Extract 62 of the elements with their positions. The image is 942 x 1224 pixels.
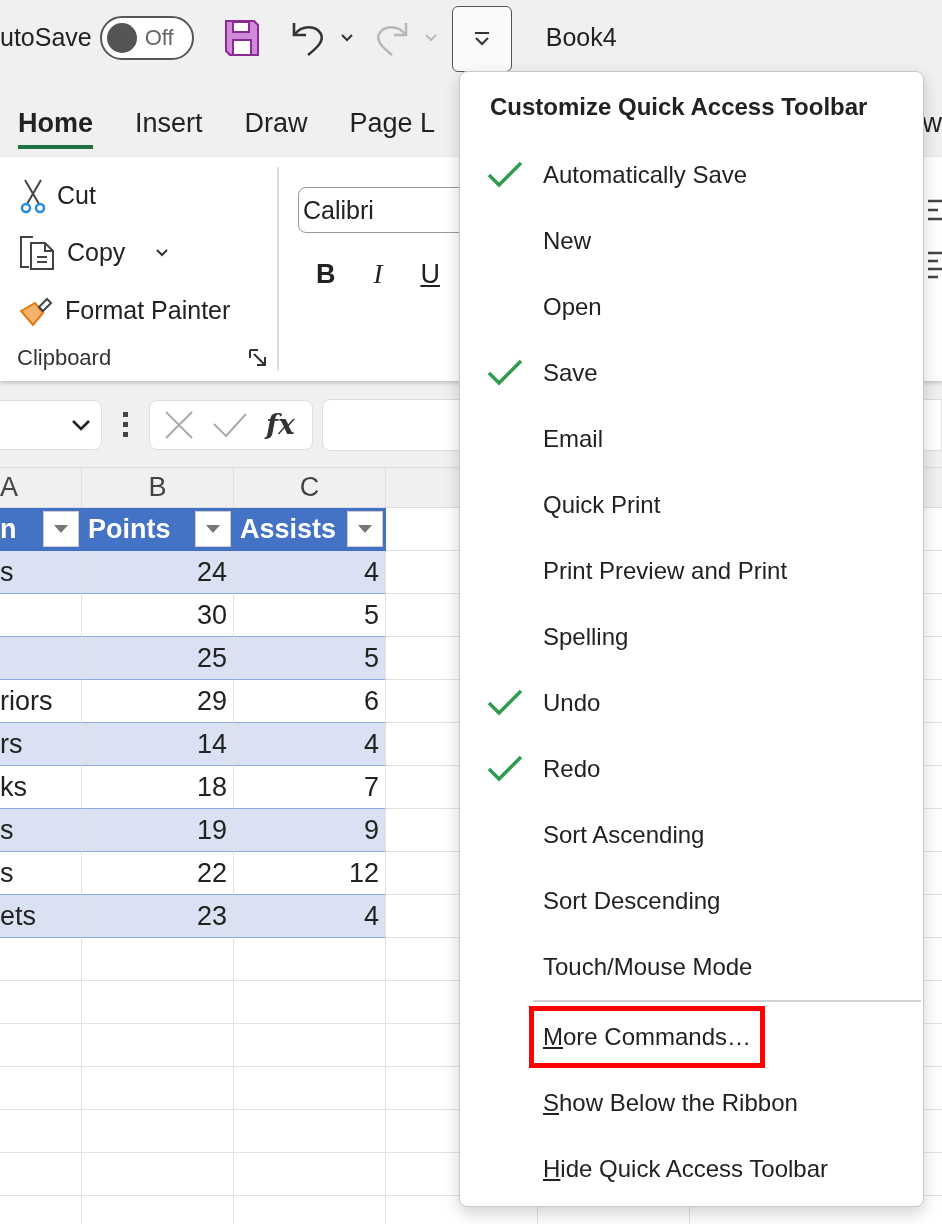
table-cell: 9 (234, 809, 386, 852)
menu-item[interactable]: Show Below the Ribbon (529, 1072, 812, 1134)
menu-item[interactable]: Hide Quick Access Toolbar (529, 1138, 843, 1200)
table-cell: riors (0, 680, 82, 723)
table-cell: s (0, 852, 82, 895)
autosave-label: utoSave (0, 23, 92, 52)
table-header: Points (88, 513, 171, 545)
menu-item[interactable]: Redo (529, 738, 615, 800)
menu-item[interactable]: Open (529, 276, 616, 338)
menu-item[interactable]: Sort Ascending (529, 804, 719, 866)
table-cell: s (0, 809, 82, 852)
table-cell: 18 (82, 766, 234, 809)
table-cell: 14 (82, 723, 234, 766)
underline-button[interactable]: U (420, 259, 440, 290)
table-cell: 4 (234, 551, 386, 594)
menu-item[interactable]: Email (529, 408, 617, 470)
copy-button[interactable]: Copy (67, 238, 126, 268)
bold-button[interactable]: B (316, 259, 336, 290)
menu-item[interactable]: Undo (529, 672, 615, 734)
table-cell: ets (0, 895, 82, 938)
menu-item[interactable]: More Commands… (529, 1006, 766, 1068)
menu-item[interactable]: Touch/Mouse Mode (529, 936, 767, 998)
table-cell: 24 (82, 551, 234, 594)
menu-item[interactable]: Quick Print (529, 474, 675, 536)
document-title: Book4 (545, 23, 617, 52)
table-cell: 5 (234, 594, 386, 637)
format-painter-button[interactable]: Format Painter (65, 295, 231, 325)
table-cell: 7 (234, 766, 386, 809)
ribbon-tab[interactable]: w (922, 101, 942, 149)
table-cell: 25 (82, 637, 234, 680)
italic-button[interactable]: I (373, 259, 383, 290)
menu-item[interactable]: Spelling (529, 606, 643, 668)
menu-title: Customize Quick Access Toolbar (489, 92, 869, 122)
table-cell: 29 (82, 680, 234, 723)
table-header: Assists (240, 513, 337, 545)
cut-button[interactable]: Cut (57, 181, 96, 211)
table-cell: 4 (234, 723, 386, 766)
ribbon-tab[interactable]: Insert (135, 101, 203, 149)
table-cell: 5 (234, 637, 386, 680)
table-cell: rs (0, 723, 82, 766)
menu-item[interactable]: Save (529, 342, 612, 404)
table-cell: 4 (234, 895, 386, 938)
column-header[interactable]: A (0, 468, 82, 508)
table-cell: 12 (234, 852, 386, 895)
ribbon-tab[interactable]: Page L (349, 101, 436, 149)
table-header: n (0, 513, 17, 545)
table-cell: 22 (82, 852, 234, 895)
group-label: Clipboard (17, 345, 112, 371)
table-cell: s (0, 551, 82, 594)
table-cell: 6 (234, 680, 386, 723)
table-cell: 19 (82, 809, 234, 852)
column-header[interactable]: C (234, 468, 386, 508)
ribbon-tab[interactable]: Home (18, 101, 93, 149)
insert-function-button[interactable]: fx (266, 408, 295, 441)
table-cell: ks (0, 766, 82, 809)
column-header[interactable]: B (82, 468, 234, 508)
menu-item[interactable]: Sort Descending (529, 870, 735, 932)
table-cell: 30 (82, 594, 234, 637)
ribbon-tab[interactable]: Draw (244, 101, 308, 149)
table-cell: 23 (82, 895, 234, 938)
menu-item[interactable]: Print Preview and Print (529, 540, 802, 602)
autosave-toggle[interactable]: Off (99, 15, 194, 60)
